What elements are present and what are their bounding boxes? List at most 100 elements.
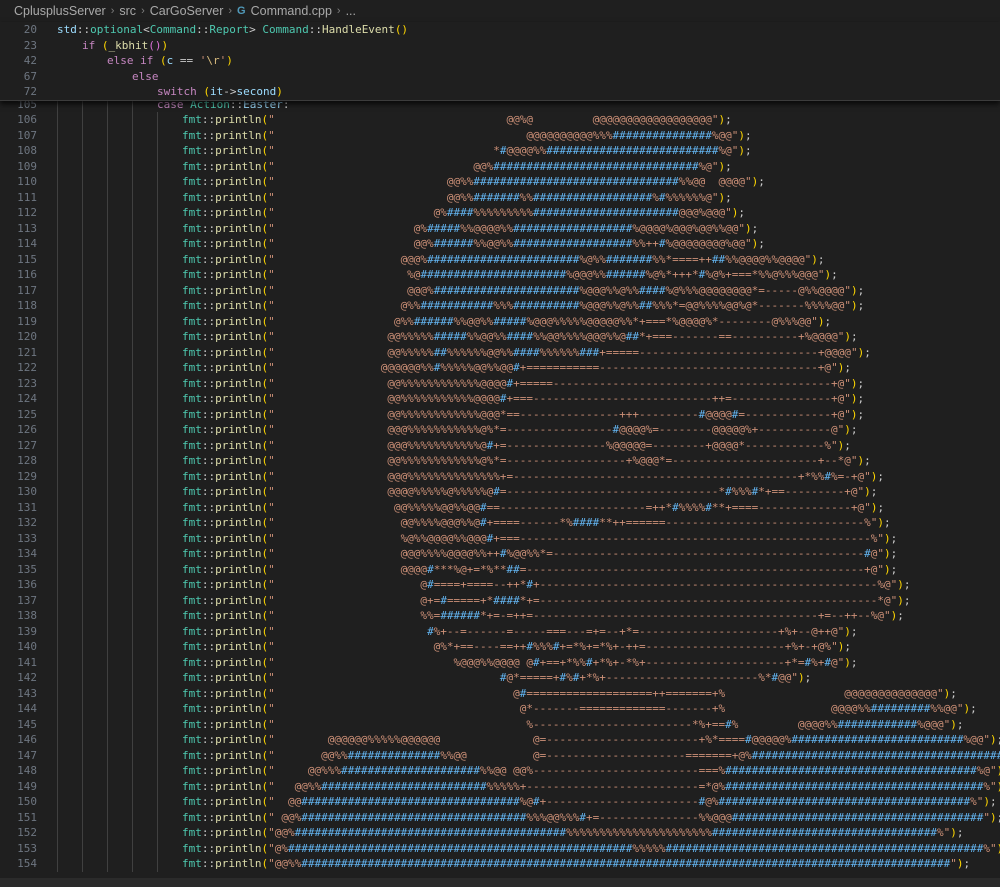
namespace-token: fmt xyxy=(182,361,202,374)
code-line[interactable]: 143 fmt::println(" @#===================+… xyxy=(0,685,1000,701)
code-line[interactable]: 139 fmt::println(" #%+--=------=-----===-… xyxy=(0,623,1000,639)
code-line[interactable]: 107 fmt::println(" @@@@@@@@@@%%%#########… xyxy=(0,127,1000,143)
indent-guide xyxy=(107,778,108,794)
ascii-art-string: " #@*=====+#%#+*%+----------------------… xyxy=(268,671,798,684)
art-run: +===---------------------------++=------… xyxy=(506,392,845,405)
line-number: 67 xyxy=(23,69,37,83)
code-line[interactable]: 114 fmt::println(" @@%######%%@@%%#######… xyxy=(0,236,1000,252)
namespace-token: fmt xyxy=(182,407,202,421)
code-line[interactable]: 113 fmt::println(" @%#####%%@@@@%%#######… xyxy=(0,220,1000,236)
code-line[interactable]: 146 fmt::println(" @@@@@@%%%%%@@@@@@ @=--… xyxy=(0,732,1000,748)
code-token: _kbhit xyxy=(108,38,149,52)
code-line[interactable]: 118 fmt::println(" @%%###########%%%#####… xyxy=(0,298,1000,314)
art-hash-run: #### xyxy=(446,206,474,219)
indent-guide xyxy=(132,856,133,872)
indent-guide xyxy=(82,267,83,283)
line-number: 135 xyxy=(17,562,37,576)
indent-guide xyxy=(157,251,158,267)
code-line[interactable]: 117 fmt::println(" @@@%##################… xyxy=(0,282,1000,298)
code-line[interactable]: 127 fmt::println(" @@@%%%%%%%%%%%@#+=----… xyxy=(0,437,1000,453)
indent-guide xyxy=(107,220,108,236)
sticky-scroll-header[interactable]: 20 std::optional<Command::Report> Command… xyxy=(0,22,1000,101)
code-line[interactable]: 144 fmt::println(" @*-------=============… xyxy=(0,701,1000,717)
code-line[interactable]: 42 else if (c == '\r') xyxy=(0,53,1000,69)
code-line[interactable]: 116 fmt::println(" %@####################… xyxy=(0,267,1000,283)
code-line[interactable]: 137 fmt::println(" @+=#=====+*####*+=----… xyxy=(0,592,1000,608)
code-line[interactable]: 145 fmt::println(" %---------------------… xyxy=(0,716,1000,732)
code-line[interactable]: 123 fmt::println(" @@%%%%%%%%%%%%@@@@#+==… xyxy=(0,375,1000,392)
function-token: println xyxy=(215,841,262,855)
code-line[interactable]: 112 fmt::println(" @%####%%%%%%%%%#######… xyxy=(0,205,1000,221)
indent-guide xyxy=(57,158,58,174)
code-token: ; xyxy=(850,624,858,638)
art-run: %%@@ @@@@ xyxy=(678,175,745,188)
code-token: ) xyxy=(897,593,904,607)
line-number: 149 xyxy=(17,779,37,793)
code-line[interactable]: 136 fmt::println(" @#====+====--++*#+----… xyxy=(0,577,1000,593)
code-line[interactable]: 111 fmt::println(" @@%%#######%%#########… xyxy=(0,189,1000,205)
code-line[interactable]: 142 fmt::println(" #@*=====+#%#+*%+------… xyxy=(0,670,1000,686)
code-line[interactable]: 132 fmt::println(" @@%%%%@@@%%@#+====----… xyxy=(0,515,1000,531)
code-line[interactable]: 154 fmt::println("@@%%###################… xyxy=(0,856,1000,872)
code-line[interactable]: 67 else xyxy=(0,69,1000,85)
string-quote: " xyxy=(268,144,275,157)
horizontal-scrollbar[interactable] xyxy=(0,878,1000,887)
code-line[interactable]: 140 fmt::println(" @%*+==----==++#%%%#+=*… xyxy=(0,639,1000,655)
code-line[interactable]: 72 switch (it->second) xyxy=(0,84,1000,100)
indent-guide xyxy=(57,375,58,391)
string-quote: " xyxy=(937,686,944,700)
code-content: fmt::println(" @@%%%%%%%%%%%@@@@#+===---… xyxy=(182,391,864,407)
code-line[interactable]: 131 fmt::println(" @@%%%%%@@%%@@#==------… xyxy=(0,499,1000,515)
breadcrumb-ellipsis[interactable]: ... xyxy=(346,0,356,22)
code-editor[interactable]: 104break;105case Action::Easter:106fmt::… xyxy=(0,81,1000,887)
code-content: fmt::println("@@%%######################… xyxy=(182,856,970,872)
function-token: println xyxy=(215,252,262,266)
code-line[interactable]: 153 fmt::println("@%#####################… xyxy=(0,840,1000,856)
code-token: :: xyxy=(201,857,216,870)
breadcrumb-item-src[interactable]: src xyxy=(119,0,136,22)
code-line[interactable]: 130 fmt::println(" @@@@%%%%%@%%%%%@#=----… xyxy=(0,484,1000,500)
art-hash-run: ################################## xyxy=(711,826,938,839)
code-content: fmt::println(" @@%%%%%%%%%%%%@@@@#+=====… xyxy=(182,376,864,392)
code-line[interactable]: 129 fmt::println(" @@@%%%%%%%%%%%%%%+=---… xyxy=(0,468,1000,484)
art-run: @@@@%=--------@@@@@%+-----------@ xyxy=(619,423,838,436)
code-line[interactable]: 152 fmt::println("@@%####################… xyxy=(0,825,1000,841)
code-line[interactable]: 115 fmt::println(" @@@%##################… xyxy=(0,251,1000,267)
code-line[interactable]: 128 fmt::println(" @@%%%%%%%%%%%%@%*=----… xyxy=(0,453,1000,469)
code-line[interactable]: 124 fmt::println(" @@%%%%%%%%%%%@@@@#+===… xyxy=(0,391,1000,407)
indent-guide xyxy=(107,763,108,779)
code-line[interactable]: 109 fmt::println(" @@%###################… xyxy=(0,158,1000,174)
code-line[interactable]: 110 fmt::println(" @@%%##################… xyxy=(0,174,1000,190)
code-line[interactable]: 151 fmt::println(" @@%###################… xyxy=(0,809,1000,825)
code-token: ; xyxy=(903,578,911,591)
code-token: :: xyxy=(201,268,216,281)
code-line[interactable]: 135 fmt::println(" @@@@#***%@+=*%**##=---… xyxy=(0,561,1000,577)
breadcrumb-item-file[interactable]: Command.cpp xyxy=(251,0,332,22)
breadcrumb-item-project[interactable]: CplusplusServer xyxy=(14,0,106,22)
code-line[interactable]: 108 fmt::println(" *#@@@@%%##############… xyxy=(0,143,1000,159)
code-line[interactable]: 23 if (_kbhit()) xyxy=(0,38,1000,54)
code-token: :: xyxy=(201,221,216,235)
indent-guide xyxy=(107,530,108,546)
code-line[interactable]: 119 fmt::println(" @%%######%%@@%%#####%@… xyxy=(0,313,1000,329)
code-line[interactable]: 20 std::optional<Command::Report> Command… xyxy=(0,22,1000,38)
code-token: :: xyxy=(201,547,216,560)
code-line[interactable]: 133 fmt::println(" %@%%@@@@%%@@@#+===----… xyxy=(0,530,1000,546)
indent-guide xyxy=(57,778,58,794)
code-line[interactable]: 149 fmt::println(" @@%%##################… xyxy=(0,778,1000,794)
code-line[interactable]: 120 fmt::println(" @@%%%%%#####%%@@%%####… xyxy=(0,329,1000,345)
code-line[interactable]: 148 fmt::println(" @@%%%#################… xyxy=(0,763,1000,779)
code-line[interactable]: 126 fmt::println(" @@@%%%%%%%%%%%@%*=----… xyxy=(0,422,1000,438)
code-line[interactable]: 147 fmt::println(" @@%%##############%%@@… xyxy=(0,747,1000,763)
code-line[interactable]: 121 fmt::println(" @@%%%%%##%%%%%%@@%%###… xyxy=(0,344,1000,360)
code-line[interactable]: 125 fmt::println(" @@%%%%%%%%%%%%@@@*==--… xyxy=(0,406,1000,422)
code-line[interactable]: 138 fmt::println(" %%=######*+=-=++=-----… xyxy=(0,608,1000,624)
ascii-art-string: " @@%%%%@@@%%@#+====------*%####**++====… xyxy=(268,516,877,529)
code-line[interactable]: 150 fmt::println(" @@####################… xyxy=(0,794,1000,810)
code-line[interactable]: 122 fmt::println(" @@@@@@%%#%%%%%@@%%@@#+… xyxy=(0,360,1000,376)
breadcrumb-item-folder[interactable]: CarGoServer xyxy=(150,0,224,22)
code-line[interactable]: 134 fmt::println(" @@@%%%%@@@@%%++#%@@%%*… xyxy=(0,546,1000,562)
code-line[interactable]: 141 fmt::println(" %@@@%%@@@@ @#+==+*%%#+… xyxy=(0,654,1000,670)
code-line[interactable]: 106 fmt::println(" @@%@ @@@@@@@@@@@@@@@@@… xyxy=(0,112,1000,128)
string-quote: " xyxy=(268,438,275,452)
